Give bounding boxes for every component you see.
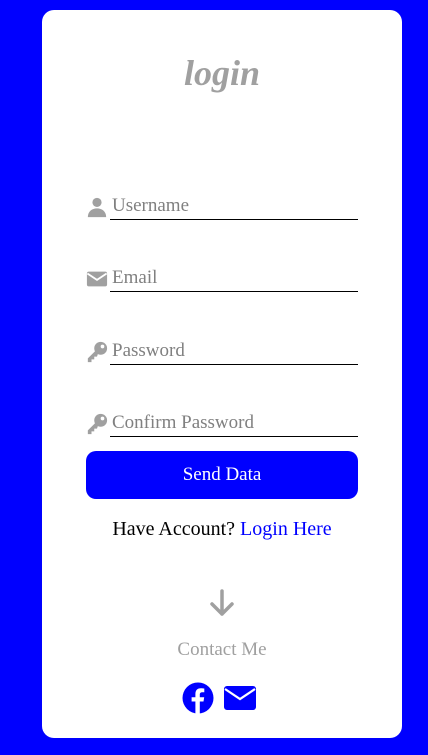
email-input[interactable]	[110, 265, 358, 292]
send-data-button[interactable]: Send Data	[86, 451, 358, 499]
have-account-row: Have Account? Login Here	[42, 518, 402, 541]
key-icon	[86, 413, 108, 435]
password-input[interactable]	[110, 338, 358, 365]
envelope-icon[interactable]	[224, 682, 256, 714]
confirm-password-input[interactable]	[110, 410, 358, 437]
facebook-icon[interactable]	[182, 682, 214, 714]
username-input[interactable]	[110, 193, 358, 220]
password-field-group	[86, 331, 358, 365]
login-card: login Send Data Have Account? Login Here…	[42, 10, 402, 738]
login-here-link[interactable]: Login Here	[240, 518, 332, 540]
user-icon	[86, 196, 108, 218]
key-icon	[86, 341, 108, 363]
arrow-down-icon	[208, 588, 236, 618]
contact-label: Contact Me	[177, 639, 267, 660]
page-title: login	[183, 53, 261, 93]
username-field-group	[86, 186, 358, 220]
envelope-icon	[86, 268, 108, 290]
account-prompt: Have Account?	[112, 518, 236, 540]
email-field-group	[86, 258, 358, 292]
confirm-password-field-group	[86, 403, 358, 437]
